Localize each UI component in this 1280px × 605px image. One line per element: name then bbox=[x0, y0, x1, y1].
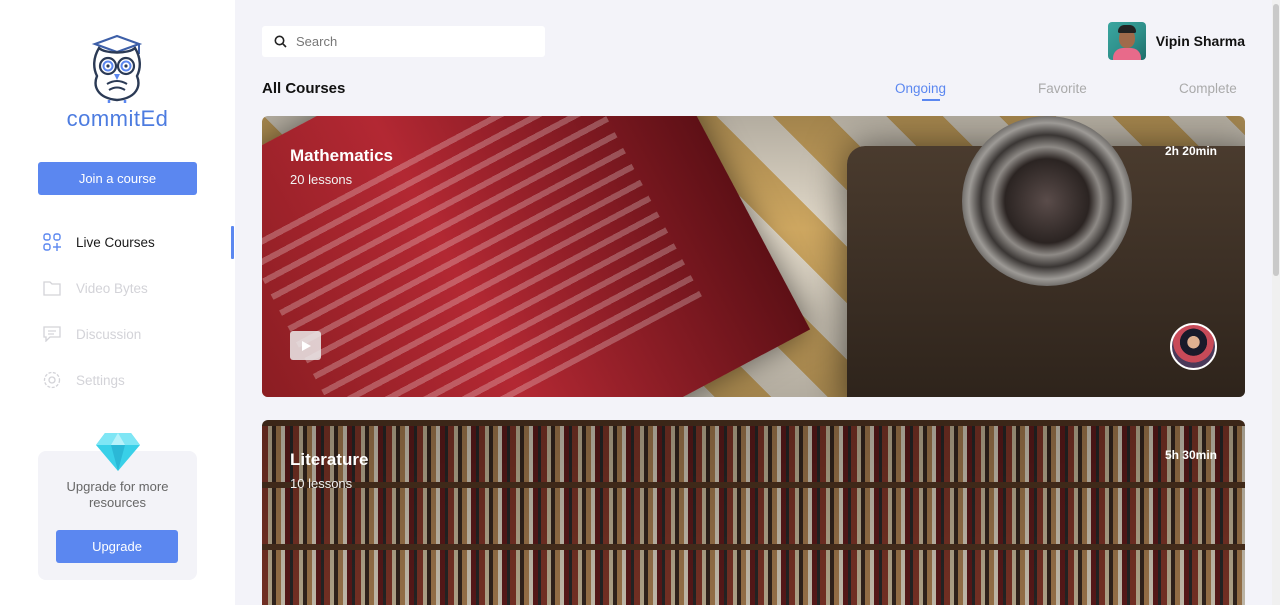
search-icon bbox=[274, 35, 287, 48]
folder-icon bbox=[42, 278, 62, 298]
course-card-literature[interactable]: Literature 10 lessons 5h 30min bbox=[262, 420, 1245, 605]
owl-logo-icon bbox=[91, 34, 143, 103]
sidebar-item-settings[interactable]: Settings bbox=[42, 368, 125, 392]
scrollbar-thumb[interactable] bbox=[1273, 4, 1279, 276]
upgrade-button[interactable]: Upgrade bbox=[56, 530, 178, 563]
sidebar-item-label: Settings bbox=[76, 372, 125, 388]
course-title: Literature bbox=[290, 450, 369, 469]
course-duration: 5h 30min bbox=[1164, 448, 1217, 462]
sidebar-item-discussion[interactable]: Discussion bbox=[42, 322, 141, 346]
brand-name: commitEd bbox=[66, 106, 169, 131]
sidebar-item-live-courses[interactable]: Live Courses bbox=[42, 230, 155, 254]
sidebar-item-label: Live Courses bbox=[76, 234, 155, 250]
diamond-icon bbox=[96, 433, 140, 471]
join-course-button[interactable]: Join a course bbox=[38, 162, 197, 195]
tab-favorite[interactable]: Favorite bbox=[1038, 81, 1087, 96]
grid-plus-icon bbox=[42, 232, 62, 252]
tab-ongoing[interactable]: Ongoing bbox=[895, 81, 946, 96]
sidebar-item-label: Video Bytes bbox=[76, 280, 148, 296]
play-button[interactable] bbox=[290, 331, 321, 360]
sidebar-item-label: Discussion bbox=[76, 326, 142, 342]
sidebar-item-video-bytes[interactable]: Video Bytes bbox=[42, 276, 148, 300]
course-title: Mathematics bbox=[290, 146, 393, 165]
user-profile[interactable]: Vipin Sharma bbox=[1107, 22, 1245, 60]
play-icon bbox=[301, 340, 311, 351]
course-lessons: 20 lessons bbox=[290, 172, 353, 187]
page-title: All Courses bbox=[262, 80, 346, 97]
active-nav-indicator bbox=[231, 226, 234, 259]
upgrade-text: Upgrade for more resources bbox=[66, 479, 169, 510]
instructor-avatar[interactable] bbox=[1170, 323, 1217, 370]
user-name: Vipin Sharma bbox=[1155, 33, 1245, 49]
course-card-mathematics[interactable]: Mathematics 20 lessons 2h 20min bbox=[262, 116, 1245, 397]
search-input[interactable] bbox=[296, 34, 526, 49]
active-tab-indicator bbox=[922, 99, 940, 101]
chat-icon bbox=[42, 324, 62, 344]
tab-complete[interactable]: Complete bbox=[1179, 81, 1237, 96]
sidebar: commitEd Join a course Live Courses Vide… bbox=[0, 0, 235, 605]
course-duration: 2h 20min bbox=[1164, 144, 1217, 158]
search-bar bbox=[262, 26, 545, 57]
avatar[interactable] bbox=[1107, 22, 1146, 60]
gear-icon bbox=[42, 370, 62, 390]
course-lessons: 10 lessons bbox=[290, 476, 353, 491]
